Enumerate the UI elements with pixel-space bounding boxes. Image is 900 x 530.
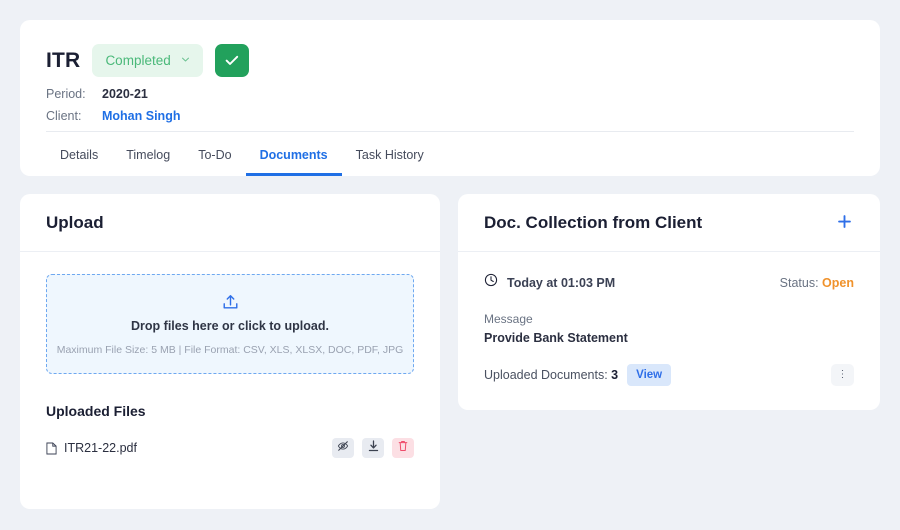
document-icon (46, 442, 57, 455)
uploaded-documents-group: Uploaded Documents: 3 View (484, 364, 672, 386)
file-name-label: ITR21-22.pdf (64, 441, 137, 455)
page-title: ITR (46, 48, 81, 72)
plus-icon[interactable] (835, 212, 854, 233)
uploaded-file-row: ITR21-22.pdf (46, 438, 414, 458)
client-link[interactable]: Mohan Singh (102, 109, 180, 123)
upload-card-header: Upload (20, 194, 440, 252)
chevron-down-icon (181, 55, 190, 64)
trash-icon (398, 439, 408, 457)
entry-status: Status: Open (780, 276, 854, 290)
tab-bar: Details Timelog To-Do Documents Task His… (46, 131, 854, 176)
check-icon (225, 55, 239, 66)
doc-collection-body: Today at 01:03 PM Status: Open Message P… (458, 252, 880, 410)
status-label: Completed (105, 52, 171, 68)
file-action-buttons (332, 438, 414, 458)
entry-status-value: Open (822, 275, 854, 290)
doc-collection-card: Doc. Collection from Client Today at 01:… (458, 194, 880, 410)
task-header-card: ITR Completed Period: 2020-21 Client: Mo… (20, 20, 880, 176)
meta-row-client: Client: Mohan Singh (46, 109, 854, 131)
entry-status-label: Status: (779, 275, 819, 290)
download-icon (368, 439, 379, 457)
uploaded-files-title: Uploaded Files (46, 403, 146, 419)
hide-file-button[interactable] (332, 438, 354, 458)
uploaded-documents-row: Uploaded Documents: 3 View ⋮ (484, 364, 854, 386)
upload-card: Upload Drop files here or click to uploa… (20, 194, 440, 509)
view-documents-button[interactable]: View (627, 364, 672, 386)
task-meta: Period: 2020-21 Client: Mohan Singh (46, 87, 854, 131)
kebab-menu-icon: ⋮ (837, 369, 848, 380)
tab-timelog[interactable]: Timelog (112, 134, 184, 176)
entry-time-row: Today at 01:03 PM Status: Open (484, 273, 854, 292)
uploaded-documents-label: Uploaded Documents: (484, 368, 608, 382)
tab-task-history[interactable]: Task History (342, 134, 438, 176)
entry-menu-button[interactable]: ⋮ (831, 364, 854, 386)
meta-value-period: 2020-21 (102, 87, 148, 101)
delete-file-button[interactable] (392, 438, 414, 458)
uploaded-documents-count: Uploaded Documents: 3 (484, 368, 618, 382)
download-file-button[interactable] (362, 438, 384, 458)
task-title-row: ITR Completed (46, 42, 854, 78)
meta-label-client: Client: (46, 109, 82, 123)
message-value: Provide Bank Statement (484, 331, 628, 345)
upload-card-body: Drop files here or click to upload. Maxi… (20, 252, 440, 458)
file-name-cell: ITR21-22.pdf (46, 441, 137, 455)
entry-time-group: Today at 01:03 PM (484, 273, 615, 292)
file-dropzone[interactable]: Drop files here or click to upload. Maxi… (46, 274, 414, 374)
mark-complete-button[interactable] (214, 43, 249, 77)
entry-timestamp: Today at 01:03 PM (507, 275, 616, 290)
doc-collection-title: Doc. Collection from Client (484, 212, 703, 232)
page-root: ITR Completed Period: 2020-21 Client: Mo… (0, 0, 900, 530)
upload-card-title: Upload (46, 212, 104, 232)
content-columns: Upload Drop files here or click to uploa… (20, 194, 880, 509)
clock-icon (484, 273, 498, 292)
dropzone-primary-text: Drop files here or click to upload. (131, 318, 329, 333)
upload-tray-icon (221, 293, 240, 312)
message-label: Message (484, 312, 533, 326)
eye-off-icon (337, 439, 349, 457)
doc-collection-header: Doc. Collection from Client (458, 194, 880, 252)
meta-row-period: Period: 2020-21 (46, 87, 854, 109)
uploaded-documents-number: 3 (611, 368, 619, 382)
meta-label-period: Period: (46, 87, 86, 101)
dropzone-hint-text: Maximum File Size: 5 MB | File Format: C… (56, 343, 404, 356)
status-dropdown[interactable]: Completed (92, 43, 203, 77)
tab-todo[interactable]: To-Do (184, 134, 245, 176)
tab-documents[interactable]: Documents (245, 134, 342, 176)
tab-details[interactable]: Details (46, 134, 112, 176)
